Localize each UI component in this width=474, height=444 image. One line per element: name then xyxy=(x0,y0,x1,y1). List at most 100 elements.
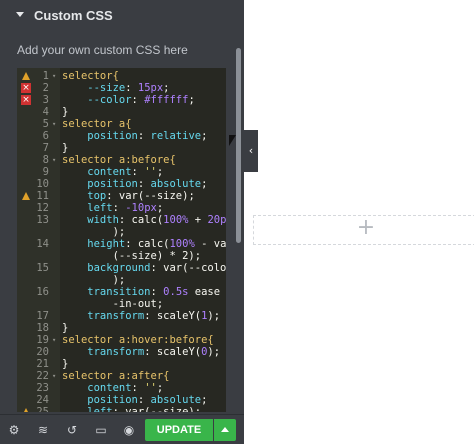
code-text: selector a{ xyxy=(62,118,132,130)
code-line[interactable]: 9 content: ''; xyxy=(17,166,226,178)
code-line[interactable]: 18} xyxy=(17,322,226,334)
eye-icon[interactable]: ◉ xyxy=(121,422,137,438)
code-line[interactable]: 20 transform: scaleY(0); xyxy=(17,346,226,358)
line-number: 21 xyxy=(36,358,49,370)
code-text: width: calc(100% + 20px xyxy=(62,214,226,226)
code-line[interactable]: ); xyxy=(17,274,226,286)
code-line[interactable]: 8 ▾ selector a:before{ xyxy=(17,154,226,166)
code-line[interactable]: (--size) * 2); xyxy=(17,250,226,262)
code-text: position: absolute; xyxy=(62,394,208,406)
line-number: 16 xyxy=(36,286,49,298)
fold-icon[interactable]: ▾ xyxy=(52,70,56,82)
line-number: 25 xyxy=(36,406,49,412)
code-line[interactable]: 21} xyxy=(17,358,226,370)
custom-css-section-header[interactable]: Custom CSS xyxy=(0,0,244,32)
code-text: content: ''; xyxy=(62,166,164,178)
panel-footer: ⚙ ≋ ↺ ▭ ◉ UPDATE xyxy=(0,414,244,444)
warning-icon xyxy=(22,72,30,80)
line-number: 6 xyxy=(42,130,49,142)
code-line[interactable]: 13 width: calc(100% + 20px xyxy=(17,214,226,226)
code-text: -in-out; xyxy=(62,298,164,310)
code-text: } xyxy=(62,322,69,334)
code-text: } xyxy=(62,142,69,154)
line-number: 17 xyxy=(36,310,49,322)
line-number: 20 xyxy=(36,346,49,358)
fold-icon[interactable]: ▾ xyxy=(52,334,56,346)
code-text: top: var(--size); xyxy=(62,190,195,202)
code-text: selector a:hover:before{ xyxy=(62,334,214,346)
warning-icon xyxy=(22,408,30,412)
line-number: 4 xyxy=(42,106,49,118)
update-button[interactable]: UPDATE xyxy=(145,419,213,441)
code-text: ); xyxy=(62,226,126,238)
warning-icon xyxy=(22,192,30,200)
collapse-panel-button[interactable]: ‹ xyxy=(244,130,258,172)
code-text: (--size) * 2); xyxy=(62,250,202,262)
code-text: transform: scaleY(1); xyxy=(62,310,221,322)
code-line[interactable]: ); xyxy=(17,226,226,238)
mouse-cursor xyxy=(229,135,236,146)
code-line[interactable]: 5 ▾ selector a{ xyxy=(17,118,226,130)
code-line[interactable]: 16 transition: 0.5s ease xyxy=(17,286,226,298)
code-text: position: relative; xyxy=(62,130,208,142)
code-line[interactable]: 19 ▾ selector a:hover:before{ xyxy=(17,334,226,346)
code-text: position: absolute; xyxy=(62,178,208,190)
code-line[interactable]: 17 transform: scaleY(1); xyxy=(17,310,226,322)
line-number: 23 xyxy=(36,382,49,394)
panel-scrollbar[interactable] xyxy=(236,48,241,243)
line-number: 19 xyxy=(36,334,49,346)
code-line[interactable]: 14 height: calc(100% - var xyxy=(17,238,226,250)
responsive-icon[interactable]: ▭ xyxy=(93,422,109,438)
code-line[interactable]: 1 ▾ selector{ xyxy=(17,70,226,82)
history-icon[interactable]: ↺ xyxy=(64,422,80,438)
line-number: 9 xyxy=(42,166,49,178)
line-number: 10 xyxy=(36,178,49,190)
update-options-button[interactable] xyxy=(214,419,236,441)
code-line[interactable]: 12 left: -10px; xyxy=(17,202,226,214)
code-line[interactable]: 15 background: var(--color xyxy=(17,262,226,274)
add-section-drop-zone[interactable]: + xyxy=(253,215,474,245)
code-text: height: calc(100% - var xyxy=(62,238,226,250)
code-line[interactable]: × 3 --color: #ffffff; xyxy=(17,94,226,106)
css-code-editor[interactable]: 1 ▾ selector{× 2 --size: 15px; × 3 --color: #… xyxy=(17,68,226,412)
code-text: selector{ xyxy=(62,70,119,82)
line-number: 1 xyxy=(42,70,49,82)
line-number: 11 xyxy=(36,190,49,202)
code-line[interactable]: 11 top: var(--size); xyxy=(17,190,226,202)
code-line[interactable]: 25 left: var(--size); xyxy=(17,406,226,412)
layers-icon[interactable]: ≋ xyxy=(35,422,51,438)
code-line[interactable]: 4} xyxy=(17,106,226,118)
gear-icon[interactable]: ⚙ xyxy=(6,422,22,438)
line-number: 24 xyxy=(36,394,49,406)
code-line[interactable]: 24 position: absolute; xyxy=(17,394,226,406)
line-number: 14 xyxy=(36,238,49,250)
section-title: Custom CSS xyxy=(34,8,113,23)
code-line[interactable]: 22 ▾ selector a:after{ xyxy=(17,370,226,382)
line-number: 18 xyxy=(36,322,49,334)
code-text: selector a:after{ xyxy=(62,370,170,382)
code-text: ); xyxy=(62,274,126,286)
code-line[interactable]: -in-out; xyxy=(17,298,226,310)
code-line[interactable]: 23 content: ''; xyxy=(17,382,226,394)
code-text: --color: #ffffff; xyxy=(62,94,195,106)
fold-icon[interactable]: ▾ xyxy=(52,370,56,382)
code-text: --size: 15px; xyxy=(62,82,170,94)
line-number: 7 xyxy=(42,142,49,154)
caret-down-icon[interactable] xyxy=(16,12,24,17)
code-text: background: var(--color xyxy=(62,262,226,274)
code-text: content: ''; xyxy=(62,382,164,394)
code-line[interactable]: 10 position: absolute; xyxy=(17,178,226,190)
code-line[interactable]: 6 position: relative; xyxy=(17,130,226,142)
code-line[interactable]: × 2 --size: 15px; xyxy=(17,82,226,94)
plus-icon[interactable]: + xyxy=(356,217,376,239)
custom-css-description: Add your own custom CSS here xyxy=(17,43,188,57)
code-text: } xyxy=(62,106,69,118)
fold-icon[interactable]: ▾ xyxy=(52,154,56,166)
line-number: 8 xyxy=(42,154,49,166)
code-text: left: var(--size); xyxy=(62,406,202,412)
code-line[interactable]: 7} xyxy=(17,142,226,154)
fold-icon[interactable]: ▾ xyxy=(52,118,56,130)
line-number: 22 xyxy=(36,370,49,382)
code-text: transform: scaleY(0); xyxy=(62,346,221,358)
editor-panel: Custom CSS Add your own custom CSS here … xyxy=(0,0,244,444)
